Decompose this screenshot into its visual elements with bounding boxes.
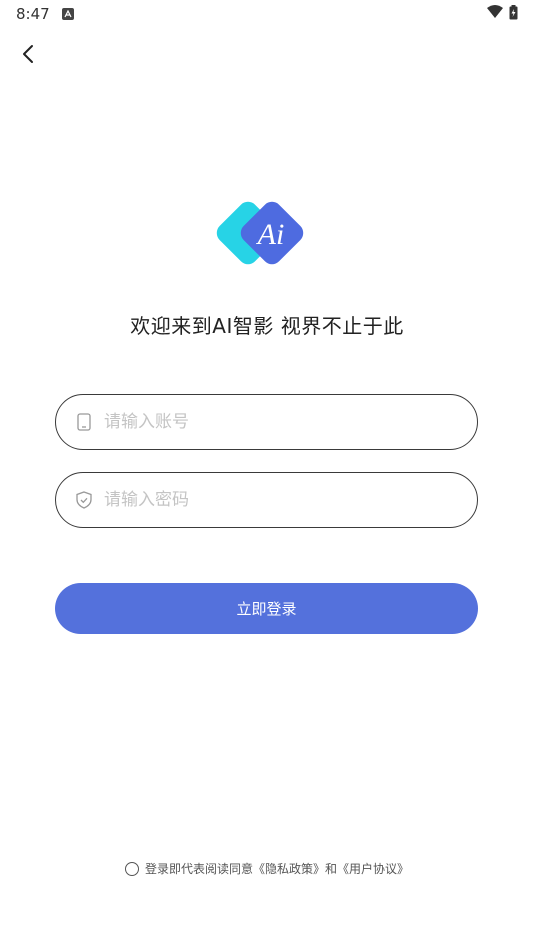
status-time: 8:47	[16, 5, 50, 23]
account-field[interactable]	[55, 394, 478, 450]
account-input[interactable]	[104, 412, 444, 432]
back-button[interactable]	[14, 40, 42, 68]
privacy-policy-link[interactable]: 《隐私政策》	[253, 860, 325, 877]
agreement-conjunction: 和	[325, 862, 338, 876]
notification-a-icon	[61, 8, 74, 20]
wifi-icon	[487, 5, 503, 23]
status-left: 8:47	[16, 5, 74, 23]
agree-radio[interactable]	[124, 861, 139, 876]
logo-text: Ai	[256, 218, 285, 251]
phone-icon	[74, 412, 94, 432]
password-input[interactable]	[104, 490, 444, 510]
status-right	[487, 4, 518, 24]
app-logo: Ai	[213, 192, 321, 278]
shield-icon	[74, 490, 94, 510]
agreement-prefix: 登录即代表阅读同意	[144, 862, 253, 876]
agreement-row: 登录即代表阅读同意 《隐私政策》 和 《用户协议》	[0, 860, 534, 877]
password-field[interactable]	[55, 472, 478, 528]
welcome-text: 欢迎来到AI智影 视界不止于此	[130, 314, 404, 338]
back-arrow-icon	[23, 45, 33, 63]
login-button[interactable]: 立即登录	[55, 583, 478, 634]
battery-icon	[509, 4, 518, 24]
status-bar: 8:47	[0, 0, 534, 28]
user-agreement-link[interactable]: 《用户协议》	[337, 860, 409, 877]
